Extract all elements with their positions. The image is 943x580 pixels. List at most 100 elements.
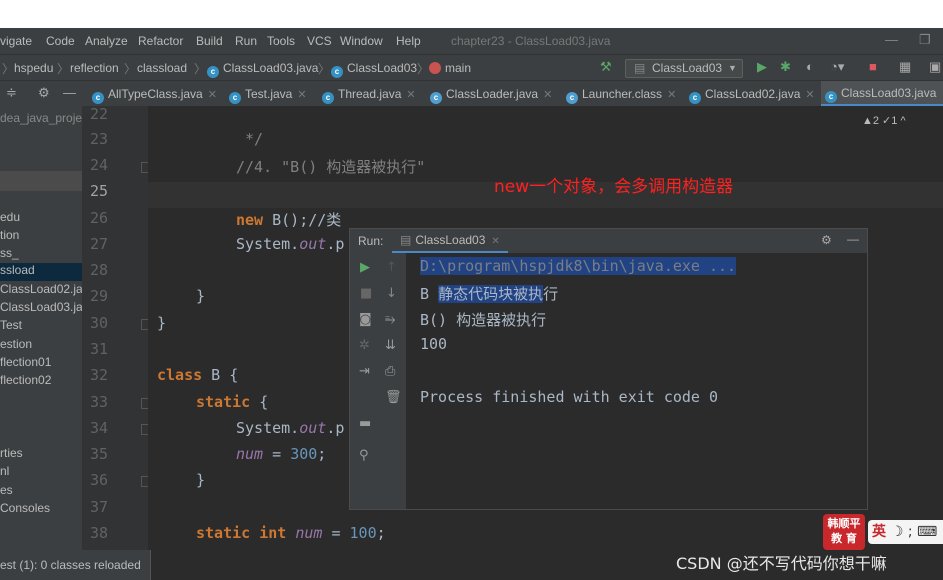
menu-window[interactable]: Window [340,34,383,48]
code-line-36: } [196,471,206,489]
tab-label: ClassLoad02.java [705,87,801,101]
project-item[interactable]: ClassLoad02.ja [0,282,82,296]
menu-bar: vigate Code Analyze Refactor Build Run T… [0,28,943,54]
project-item-selected[interactable]: ssload [0,263,82,281]
menu-vcs[interactable]: VCS [307,34,332,48]
project-item[interactable]: Consoles [0,501,50,515]
tab-label: AllTypeClass.java [108,87,203,101]
line-number: 29 [89,287,108,305]
ime-indicator[interactable]: 英 ☽ ; ⌨ [868,520,943,544]
project-item[interactable]: estion [0,337,32,351]
breadcrumb-class[interactable]: c ClassLoad03 [331,61,417,78]
project-item[interactable]: rties [0,446,23,460]
tab-test[interactable]: c Test.java ✕ [225,81,307,107]
gear-icon[interactable]: ⚙ [38,85,50,101]
restore-icon[interactable]: ❐ [919,32,931,48]
soft-wrap-icon[interactable]: ⥱ [385,312,395,327]
up-arrow-icon[interactable]: ↑ [386,260,397,275]
watermark: CSDN @还不写代码你想干嘛 [676,554,887,573]
class-file-icon: c [825,91,837,103]
coverage-icon[interactable]: ◐ [806,59,814,74]
tab-classloader[interactable]: c ClassLoader.java ✕ [426,81,552,107]
project-root[interactable]: dea_java_proje [0,111,82,125]
project-item[interactable]: ss_ [0,246,19,260]
close-icon[interactable]: ✕ [805,89,814,101]
navigation-bar: 〉 hspedu 〉 reflection 〉 classload 〉 c Cla… [0,54,943,81]
line-number: 23 [89,130,108,148]
close-icon[interactable]: ✕ [543,89,552,101]
hide-panel-icon[interactable]: — [63,85,76,100]
chevron-right-icon: 〉 [417,62,430,76]
exit-icon[interactable]: ⇥ [359,364,370,379]
run-config-dropdown[interactable]: ▤ ClassLoad03 ▼ [625,59,743,78]
menu-analyze[interactable]: Analyze [85,34,128,48]
menu-tools[interactable]: Tools [267,34,295,48]
project-item[interactable]: flection01 [0,355,51,369]
minimize-icon[interactable]: — [885,32,898,47]
menu-code[interactable]: Code [46,34,75,48]
line-number: 28 [89,261,108,279]
menu-help[interactable]: Help [396,34,421,48]
project-item[interactable]: es [0,483,13,497]
breadcrumb-method[interactable]: main [429,61,471,75]
class-file-icon: c [566,92,578,104]
project-item[interactable]: nl [0,464,9,478]
project-item[interactable]: Test [0,318,22,332]
build-hammer-icon[interactable]: ⚒ [600,59,612,75]
collapse-icon[interactable]: ≑ [6,85,17,101]
close-icon[interactable]: ✕ [406,89,415,101]
project-item[interactable]: ClassLoad03.ja [0,300,82,314]
close-icon[interactable]: ✕ [208,89,217,101]
breadcrumb-hspedu[interactable]: hspedu [14,61,53,75]
chevron-right-icon: 〉 [2,62,15,76]
profile-icon[interactable]: ◔▾ [830,59,844,75]
settings-icon[interactable]: ✲ [359,338,370,353]
layout-icon[interactable]: ▬ [359,416,371,431]
close-icon[interactable]: ✕ [297,89,306,101]
sdk-icon[interactable]: ▣ [929,59,941,75]
scroll-end-icon[interactable]: ⇊ [385,338,396,353]
pin-icon[interactable]: ⚲ [359,448,369,463]
tab-label: ClassLoad03.java [841,86,937,100]
debug-icon[interactable]: ✱ [780,59,791,75]
breadcrumb-reflection[interactable]: reflection [70,61,119,75]
tab-thread[interactable]: c Thread.java ✕ [318,81,416,107]
run-panel-header: Run: ▤ ClassLoad03 ✕ ⚙ — [350,229,867,253]
chevron-right-icon: 〉 [318,62,331,76]
project-structure-icon[interactable]: ▦ [899,59,911,75]
run-tab[interactable]: ▤ ClassLoad03 ✕ [392,229,508,253]
close-icon[interactable]: ✕ [491,236,499,247]
trash-icon[interactable]: 🗑 [385,390,402,405]
breadcrumb-class-label: ClassLoad03 [347,61,418,75]
breadcrumb-classload[interactable]: classload [137,61,187,75]
menu-run[interactable]: Run [235,34,257,48]
stop-icon[interactable]: ■ [869,59,877,74]
menu-build[interactable]: Build [196,34,223,48]
tab-classload03[interactable]: c ClassLoad03.java [821,81,943,107]
code-line-30: } [157,314,167,332]
menu-refactor[interactable]: Refactor [138,34,183,48]
inspection-widget[interactable]: ▲2 ✓1 ^ [862,114,906,127]
down-arrow-icon[interactable]: ↓ [386,286,397,301]
class-file-icon: c [207,66,219,78]
run-icon[interactable]: ▶ [757,59,767,75]
stop-icon[interactable]: ■ [360,286,372,301]
project-item[interactable]: edu [0,210,20,224]
line-number: 27 [89,235,108,253]
close-icon[interactable]: ✕ [667,89,676,101]
camera-icon[interactable]: ◙ [359,312,372,327]
rerun-icon[interactable]: ▶ [360,260,370,275]
tab-launcher[interactable]: c Launcher.class ✕ [562,81,676,107]
breadcrumb-file[interactable]: c ClassLoad03.java [207,61,318,78]
run-tab-label: ClassLoad03 [415,233,486,247]
tab-classload02[interactable]: c ClassLoad02.java ✕ [685,81,815,107]
tab-alltypeclass[interactable]: c AllTypeClass.java ✕ [88,81,217,107]
project-item[interactable]: flection02 [0,373,51,387]
gear-icon[interactable]: ⚙ [821,233,832,247]
project-item[interactable]: tion [0,228,19,242]
hide-icon[interactable]: — [847,232,859,246]
print-icon[interactable]: ⎙ [385,364,395,379]
menu-navigate[interactable]: vigate [0,34,32,48]
line-number: 26 [89,209,108,227]
line-number: 36 [89,471,108,489]
